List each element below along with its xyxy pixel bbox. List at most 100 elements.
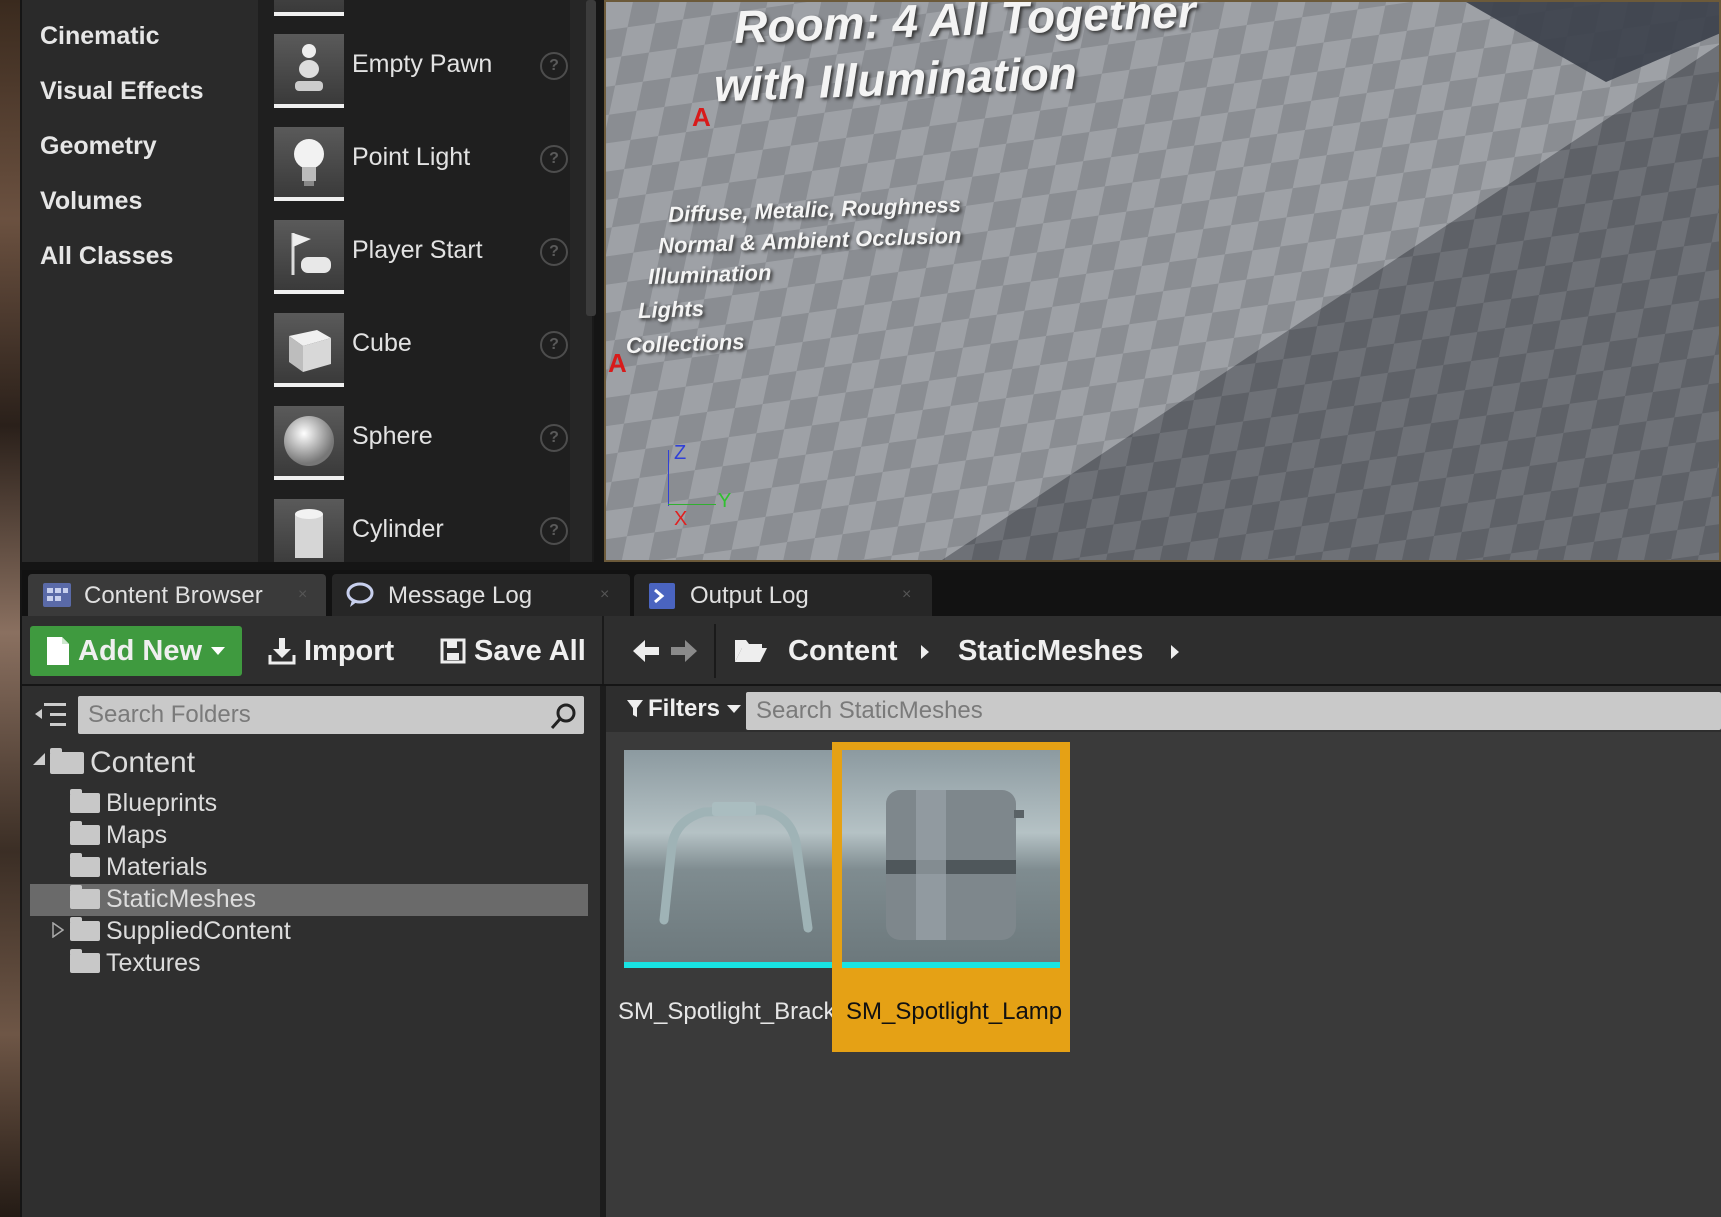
player-start-icon	[274, 220, 344, 294]
actor-label: Point Light	[352, 143, 471, 171]
filters-button[interactable]: Filters	[626, 692, 742, 726]
close-icon[interactable]: ×	[600, 586, 609, 604]
breadcrumb-staticmeshes[interactable]: StaticMeshes	[958, 626, 1143, 676]
folder-open-icon	[735, 640, 767, 662]
pawn-icon	[274, 34, 344, 108]
category-all-classes[interactable]: All Classes	[40, 242, 173, 271]
asset-thumbnail	[624, 750, 842, 968]
actor-item-point-light[interactable]: Point Light ?	[258, 115, 570, 205]
folder-content-root[interactable]: Content	[50, 746, 195, 779]
marker-icon: A	[692, 102, 711, 132]
search-icon[interactable]	[550, 702, 578, 730]
import-label: Import	[304, 634, 395, 667]
actor-label: Cylinder	[352, 515, 444, 543]
tab-message-log[interactable]: Message Log ×	[332, 574, 630, 616]
collapsed-arrow-icon[interactable]	[52, 922, 64, 938]
folder-textures[interactable]: Textures	[70, 948, 200, 978]
actor-label: Player Start	[352, 236, 483, 264]
chevron-down-icon	[211, 647, 226, 655]
breadcrumb-content[interactable]: Content	[788, 626, 898, 676]
tab-label: Output Log	[690, 582, 809, 609]
folder-search-box[interactable]	[78, 696, 584, 734]
close-icon[interactable]: ×	[902, 586, 911, 604]
help-icon[interactable]: ?	[540, 331, 568, 359]
help-icon[interactable]: ?	[540, 52, 568, 80]
chevron-down-icon	[727, 705, 742, 713]
marker-icon: A	[608, 348, 627, 378]
category-visual-effects[interactable]: Visual Effects	[40, 77, 204, 106]
folder-blueprints[interactable]: Blueprints	[70, 788, 217, 818]
close-icon[interactable]: ×	[298, 586, 307, 604]
folder-suppliedcontent[interactable]: SuppliedContent	[70, 916, 291, 946]
folder-label: Textures	[106, 948, 201, 977]
folder-materials[interactable]: Materials	[70, 852, 207, 882]
tab-label: Content Browser	[84, 582, 263, 609]
add-new-label: Add New	[78, 634, 203, 667]
asset-tile-sm-spotlight-lamp[interactable]: SM_Spotlight_Lamp	[842, 750, 1063, 1050]
tab-content-browser[interactable]: Content Browser ×	[28, 574, 326, 616]
search-folders-input[interactable]	[78, 696, 584, 734]
actor-label: Cube	[352, 329, 412, 357]
axis-z-label: Z	[674, 442, 687, 464]
level-viewport[interactable]: Room: 4 All Together with Illumination D…	[604, 0, 1721, 562]
category-geometry[interactable]: Geometry	[40, 132, 157, 161]
folder-icon	[50, 748, 84, 774]
help-icon[interactable]: ?	[540, 517, 568, 545]
actor-item-player-start[interactable]: Player Start ?	[258, 208, 570, 298]
message-log-icon	[346, 582, 374, 607]
viewport-list-item: Lights	[637, 295, 705, 324]
actor-label: Empty Pawn	[352, 50, 493, 78]
tree-toggle-icon[interactable]	[34, 700, 68, 730]
content-browser: Add New Import Save All Content StaticMe…	[22, 616, 1721, 1217]
folder-icon	[70, 789, 100, 813]
expanded-arrow-icon[interactable]	[32, 752, 46, 766]
filters-label: Filters	[648, 695, 721, 722]
asset-tile-sm-spotlight-bracket[interactable]: SM_Spotlight_Bracket	[618, 750, 855, 1050]
axis-y-line	[668, 504, 716, 505]
actor-list-scrollbar[interactable]	[586, 0, 596, 316]
add-new-button[interactable]: Add New	[30, 626, 242, 676]
folder-icon	[70, 949, 100, 973]
folder-label: Maps	[106, 820, 168, 849]
folder-icon	[70, 821, 100, 845]
bottom-tab-bar: Content Browser × Message Log × Output L…	[22, 570, 1721, 616]
asset-name: SM_Spotlight_Bracket	[618, 998, 856, 1025]
bracket-mesh-icon	[659, 802, 813, 933]
axis-y-label: Y	[718, 490, 732, 512]
viewport-list-item: Illumination	[647, 259, 772, 290]
help-icon[interactable]: ?	[540, 238, 568, 266]
help-icon[interactable]: ?	[540, 145, 568, 173]
asset-search-box[interactable]	[746, 692, 1721, 730]
toolbar-divider	[714, 624, 716, 678]
folder-label: Materials	[106, 852, 208, 881]
save-all-button[interactable]: Save All	[440, 626, 586, 676]
category-cinematic[interactable]: Cinematic	[40, 22, 159, 51]
folder-maps[interactable]: Maps	[70, 820, 167, 850]
actor-item-cube[interactable]: Cube ?	[258, 301, 570, 391]
place-actors-panel: Cinematic Visual Effects Geometry Volume…	[22, 0, 596, 562]
category-volumes[interactable]: Volumes	[40, 187, 142, 216]
help-icon[interactable]: ?	[540, 424, 568, 452]
chevron-right-icon[interactable]	[920, 644, 930, 660]
filter-icon	[627, 700, 643, 717]
lamp-mesh-icon	[886, 790, 1024, 940]
actor-item-cylinder[interactable]: Cylinder ?	[258, 487, 570, 562]
forward-arrow-icon[interactable]	[670, 638, 698, 664]
asset-name: SM_Spotlight_Lamp	[846, 998, 1063, 1025]
asset-thumbnail	[842, 750, 1060, 968]
chevron-right-icon[interactable]	[1170, 644, 1180, 660]
new-file-icon	[47, 637, 69, 665]
actor-list: Empty Pawn ? Point Light ? Player Start …	[258, 0, 570, 562]
toolbar-divider	[602, 616, 604, 684]
folder-staticmeshes[interactable]: StaticMeshes	[70, 884, 256, 914]
search-staticmeshes-input[interactable]	[746, 692, 1721, 730]
tab-output-log[interactable]: Output Log ×	[634, 574, 932, 616]
asset-type-bar	[624, 962, 842, 968]
back-arrow-icon[interactable]	[632, 638, 660, 664]
actor-label: Sphere	[352, 422, 433, 450]
asset-type-bar	[842, 962, 1060, 968]
actor-item-empty-pawn[interactable]: Empty Pawn ?	[258, 22, 570, 112]
actor-item-sphere[interactable]: Sphere ?	[258, 394, 570, 484]
import-button[interactable]: Import	[268, 626, 394, 676]
category-list: Cinematic Visual Effects Geometry Volume…	[22, 0, 258, 562]
